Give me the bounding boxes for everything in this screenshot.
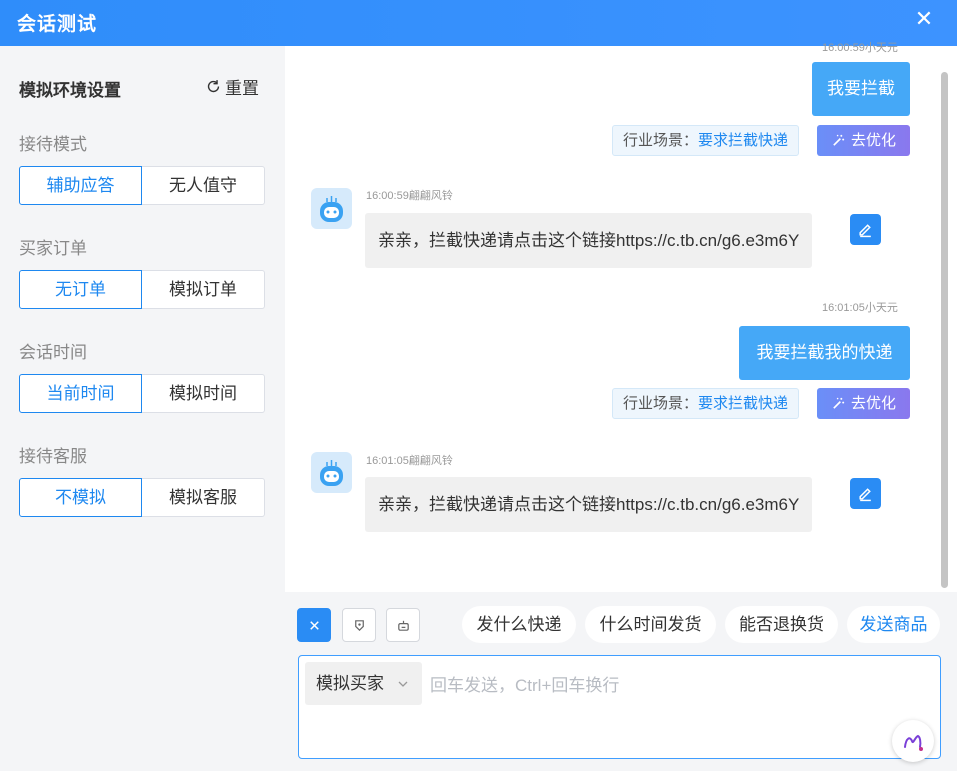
- edit-button[interactable]: [850, 478, 881, 509]
- refresh-icon: [207, 80, 220, 93]
- robot-avatar-icon: [320, 196, 343, 222]
- robot-icon[interactable]: [386, 608, 420, 642]
- assistant-icon: [904, 734, 923, 751]
- close-icon[interactable]: [297, 608, 331, 642]
- pencil-icon: [859, 488, 871, 502]
- tag-glyph-icon: [354, 619, 364, 631]
- close-icon[interactable]: ✕: [912, 8, 936, 32]
- optimize-label: 去优化: [850, 395, 896, 412]
- buyer-order-toggle: 无订单 模拟订单: [19, 270, 265, 309]
- reset-button[interactable]: 重置: [205, 74, 259, 99]
- bot-message-bubble: 亲亲，拦截快递请点击这个链接https://c.tb.cn/g6.e3m6Y: [365, 213, 813, 268]
- buyer-order-label: 买家订单: [19, 239, 87, 258]
- bot-avatar: [311, 188, 352, 229]
- option-no-mock-agent[interactable]: 不模拟: [19, 478, 142, 517]
- reception-agent-toggle: 不模拟 模拟客服: [19, 478, 265, 517]
- industry-scene-tag: 行业场景：要求拦截快递: [612, 388, 800, 419]
- message-meta: 16:01:05小天元: [822, 302, 898, 314]
- sidebar-heading: 模拟环境设置: [19, 81, 121, 100]
- magic-wand-icon: [833, 397, 845, 409]
- option-mock-time[interactable]: 模拟时间: [142, 374, 265, 413]
- reception-mode-toggle: 辅助应答 无人值守: [19, 166, 265, 205]
- reception-mode-label: 接待模式: [19, 135, 87, 154]
- send-product-chip[interactable]: 发送商品: [847, 606, 940, 643]
- bot-message-bubble: 亲亲，拦截快递请点击这个链接https://c.tb.cn/g6.e3m6Y: [365, 477, 813, 532]
- option-mock-order[interactable]: 模拟订单: [142, 270, 265, 309]
- chevron-down-icon: [398, 681, 408, 687]
- option-current-time[interactable]: 当前时间: [19, 374, 142, 413]
- role-select[interactable]: 模拟买家: [305, 662, 422, 705]
- option-assist-reply[interactable]: 辅助应答: [19, 166, 142, 205]
- scene-label: 行业场景：: [623, 132, 699, 149]
- option-mock-agent[interactable]: 模拟客服: [142, 478, 265, 517]
- message-meta: 16:00:59小天元: [822, 42, 898, 54]
- scene-value[interactable]: 要求拦截快递: [698, 395, 788, 412]
- edit-button[interactable]: [850, 214, 881, 245]
- quick-reply-chip[interactable]: 什么时间发货: [585, 606, 716, 643]
- magic-wand-icon: [833, 134, 845, 146]
- industry-scene-tag: 行业场景：要求拦截快递: [612, 125, 800, 156]
- pencil-icon: [859, 224, 871, 238]
- message-meta: 16:01:05翩翩风铃: [366, 455, 453, 467]
- assistant-button[interactable]: [892, 720, 934, 762]
- optimize-button[interactable]: 去优化: [817, 125, 910, 156]
- scene-value[interactable]: 要求拦截快递: [698, 132, 788, 149]
- window-title: 会话测试: [17, 14, 98, 35]
- user-message-bubble: 我要拦截: [812, 62, 910, 116]
- session-time-toggle: 当前时间 模拟时间: [19, 374, 265, 413]
- robot-avatar-icon: [320, 460, 343, 486]
- quick-reply-chip[interactable]: 能否退换货: [725, 606, 838, 643]
- robot-glyph-icon: [397, 620, 409, 631]
- optimize-label: 去优化: [850, 132, 896, 149]
- optimize-button[interactable]: 去优化: [817, 388, 910, 419]
- reception-agent-label: 接待客服: [19, 447, 87, 466]
- tag-icon[interactable]: [342, 608, 376, 642]
- message-meta: 16:00:59翩翩风铃: [366, 190, 453, 202]
- session-time-label: 会话时间: [19, 343, 87, 362]
- quick-reply-chip[interactable]: 发什么快递: [462, 606, 576, 643]
- title-bar: 会话测试 ✕: [0, 0, 957, 46]
- option-no-order[interactable]: 无订单: [19, 270, 142, 309]
- role-select-value: 模拟买家: [316, 674, 384, 693]
- bot-avatar: [311, 452, 352, 493]
- user-message-bubble: 我要拦截我的快递: [739, 326, 910, 380]
- settings-sidebar: 模拟环境设置 重置 接待模式 辅助应答 无人值守 买家订单 无订单 模拟订单 会…: [0, 46, 285, 771]
- message-input[interactable]: [430, 665, 880, 707]
- x-glyph-icon: [309, 620, 319, 630]
- reset-label: 重置: [225, 79, 259, 98]
- scene-label: 行业场景：: [623, 395, 699, 412]
- option-unattended[interactable]: 无人值守: [142, 166, 265, 205]
- chat-scrollbar[interactable]: [941, 72, 948, 588]
